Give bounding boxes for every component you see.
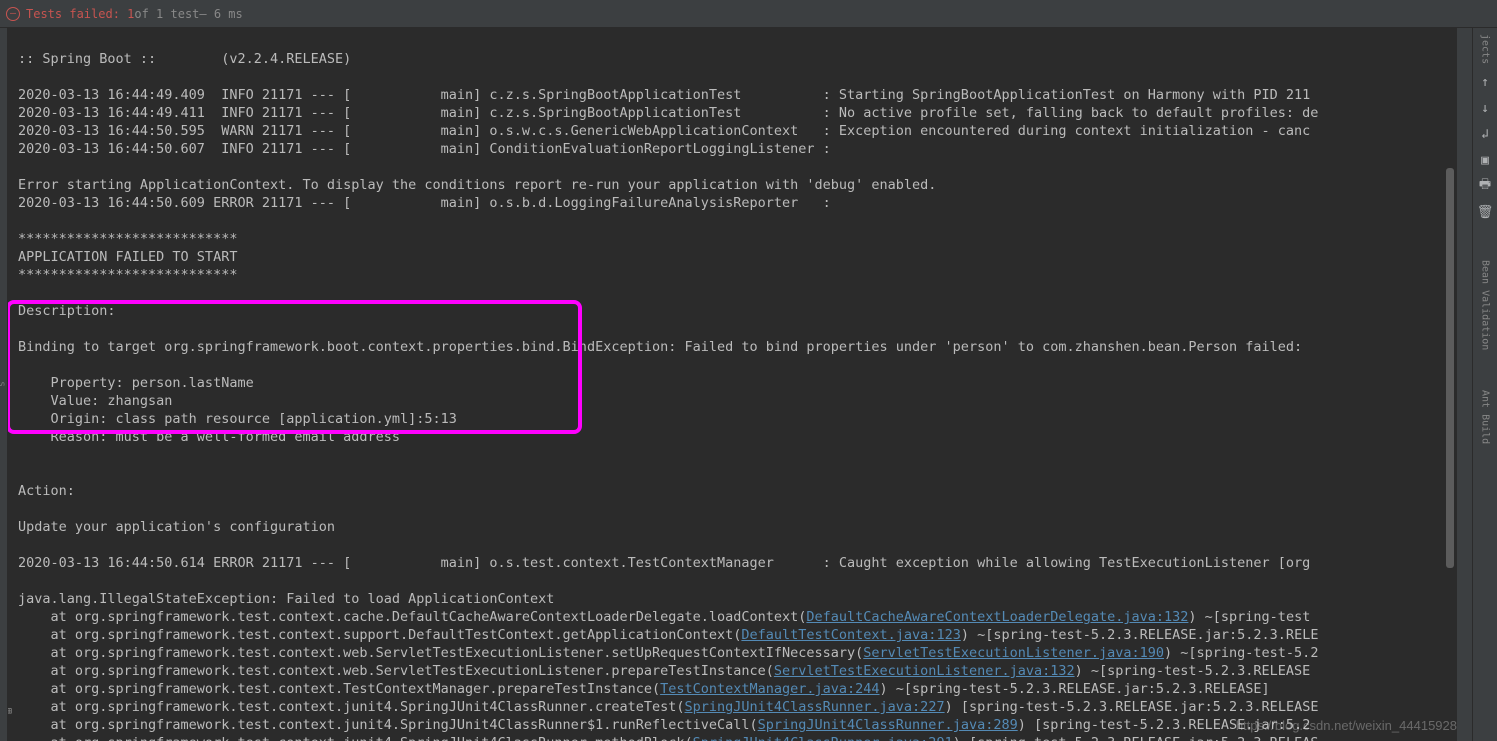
- stack-tail: ) [spring-test-5.2.3.RELEASE.jar:5.2.3.R…: [945, 699, 1319, 715]
- log-line: 2020-03-13 16:44:50.607 INFO 21171 --- […: [18, 141, 839, 157]
- log-line: ***************************: [18, 231, 237, 247]
- log-line: Description:: [18, 303, 116, 319]
- tests-duration: – 6 ms: [199, 7, 242, 21]
- scrollbar-track[interactable]: [1444, 28, 1456, 741]
- up-arrow-icon[interactable]: ↑: [1477, 74, 1493, 90]
- stack-line: at org.springframework.test.context.supp…: [18, 627, 741, 643]
- left-gutter-label: s: [0, 28, 8, 741]
- log-line: Binding to target org.springframework.bo…: [18, 339, 1302, 355]
- log-line: Reason: must be a well-formed email addr…: [18, 429, 400, 445]
- layout-icon[interactable]: ▣: [1477, 152, 1493, 168]
- tests-total: of 1 test: [134, 7, 199, 21]
- stack-tail: ) ~[spring-test-5.2.3.RELEASE.jar:5.2.3.…: [961, 627, 1319, 643]
- stack-tail: ) ~[spring-test-5.2.3.RELEASE.jar:5.2.3.…: [880, 681, 1270, 697]
- fail-icon: [6, 7, 20, 21]
- stack-link[interactable]: SpringJUnit4ClassRunner.java:227: [684, 699, 944, 715]
- log-line: ***************************: [18, 267, 237, 283]
- right-label-bean[interactable]: Bean Validation: [1480, 260, 1491, 350]
- stack-line: at org.springframework.test.context.juni…: [18, 735, 693, 741]
- test-status-header: Tests failed: 1 of 1 test – 6 ms: [0, 0, 1497, 28]
- right-toolbar: jects ↑ ↓ ↲ ▣ 🖶 🗑 Bean Validation Ant Bu…: [1472, 28, 1497, 741]
- log-line: Value: zhangsan: [18, 393, 172, 409]
- stack-tail: ) ~[spring-test-5.2.3.RELEASE: [1075, 663, 1311, 679]
- log-line: 2020-03-13 16:44:49.411 INFO 21171 --- […: [18, 105, 1318, 121]
- log-line: APPLICATION FAILED TO START: [18, 249, 237, 265]
- wrap-icon[interactable]: ↲: [1477, 126, 1493, 142]
- stack-line: at org.springframework.test.context.web.…: [18, 645, 863, 661]
- stack-tail: ) [spring-test-5.2.3.RELEASE.jar:5.2: [1018, 717, 1311, 733]
- stack-line: at org.springframework.test.context.web.…: [18, 663, 774, 679]
- stack-tail: ) ~[spring-test-5.2: [1164, 645, 1318, 661]
- stack-link[interactable]: ServletTestExecutionListener.java:190: [863, 645, 1164, 661]
- log-line: Property: person.lastName: [18, 375, 254, 391]
- right-stripe: [1456, 28, 1472, 741]
- stack-line: at org.springframework.test.context.cach…: [18, 609, 806, 625]
- log-line: Error starting ApplicationContext. To di…: [18, 177, 936, 193]
- stack-link[interactable]: DefaultCacheAwareContextLoaderDelegate.j…: [806, 609, 1188, 625]
- log-line: 2020-03-13 16:44:50.614 ERROR 21171 --- …: [18, 555, 1310, 571]
- stack-link[interactable]: SpringJUnit4ClassRunner.java:289: [758, 717, 1018, 733]
- stack-line: at org.springframework.test.context.Test…: [18, 681, 660, 697]
- log-line: 2020-03-13 16:44:50.595 WARN 21171 --- […: [18, 123, 1310, 139]
- print-icon[interactable]: 🖶: [1477, 178, 1493, 194]
- console-output[interactable]: :: Spring Boot :: (v2.2.4.RELEASE) 2020-…: [8, 28, 1456, 741]
- log-line: Update your application's configuration: [18, 519, 335, 535]
- log-line: Action:: [18, 483, 75, 499]
- right-label-projects[interactable]: jects: [1480, 34, 1491, 64]
- stack-tail: ) ~[spring-test: [1188, 609, 1310, 625]
- log-line: :: Spring Boot :: (v2.2.4.RELEASE): [18, 51, 351, 67]
- stack-line: at org.springframework.test.context.juni…: [18, 717, 758, 733]
- stack-link[interactable]: SpringJUnit4ClassRunner.java:291: [693, 735, 953, 741]
- log-line: Origin: class path resource [application…: [18, 411, 457, 427]
- stack-link[interactable]: ServletTestExecutionListener.java:132: [774, 663, 1075, 679]
- log-line: 2020-03-13 16:44:49.409 INFO 21171 --- […: [18, 87, 1310, 103]
- stack-tail: ) [spring-test-5.2.3.RELEASE.jar:5.2.3.R…: [953, 735, 1319, 741]
- scrollbar-thumb[interactable]: [1446, 168, 1454, 568]
- log-line: 2020-03-13 16:44:50.609 ERROR 21171 --- …: [18, 195, 839, 211]
- trash-icon[interactable]: 🗑: [1477, 204, 1493, 220]
- right-label-ant[interactable]: Ant Build: [1480, 390, 1491, 444]
- down-arrow-icon[interactable]: ↓: [1477, 100, 1493, 116]
- tests-failed-count: Tests failed: 1: [26, 7, 134, 21]
- stack-link[interactable]: TestContextManager.java:244: [660, 681, 879, 697]
- log-line: java.lang.IllegalStateException: Failed …: [18, 591, 554, 607]
- stack-line: at org.springframework.test.context.juni…: [18, 699, 684, 715]
- stack-link[interactable]: DefaultTestContext.java:123: [741, 627, 960, 643]
- expand-fold-icon[interactable]: ⊞: [8, 703, 16, 713]
